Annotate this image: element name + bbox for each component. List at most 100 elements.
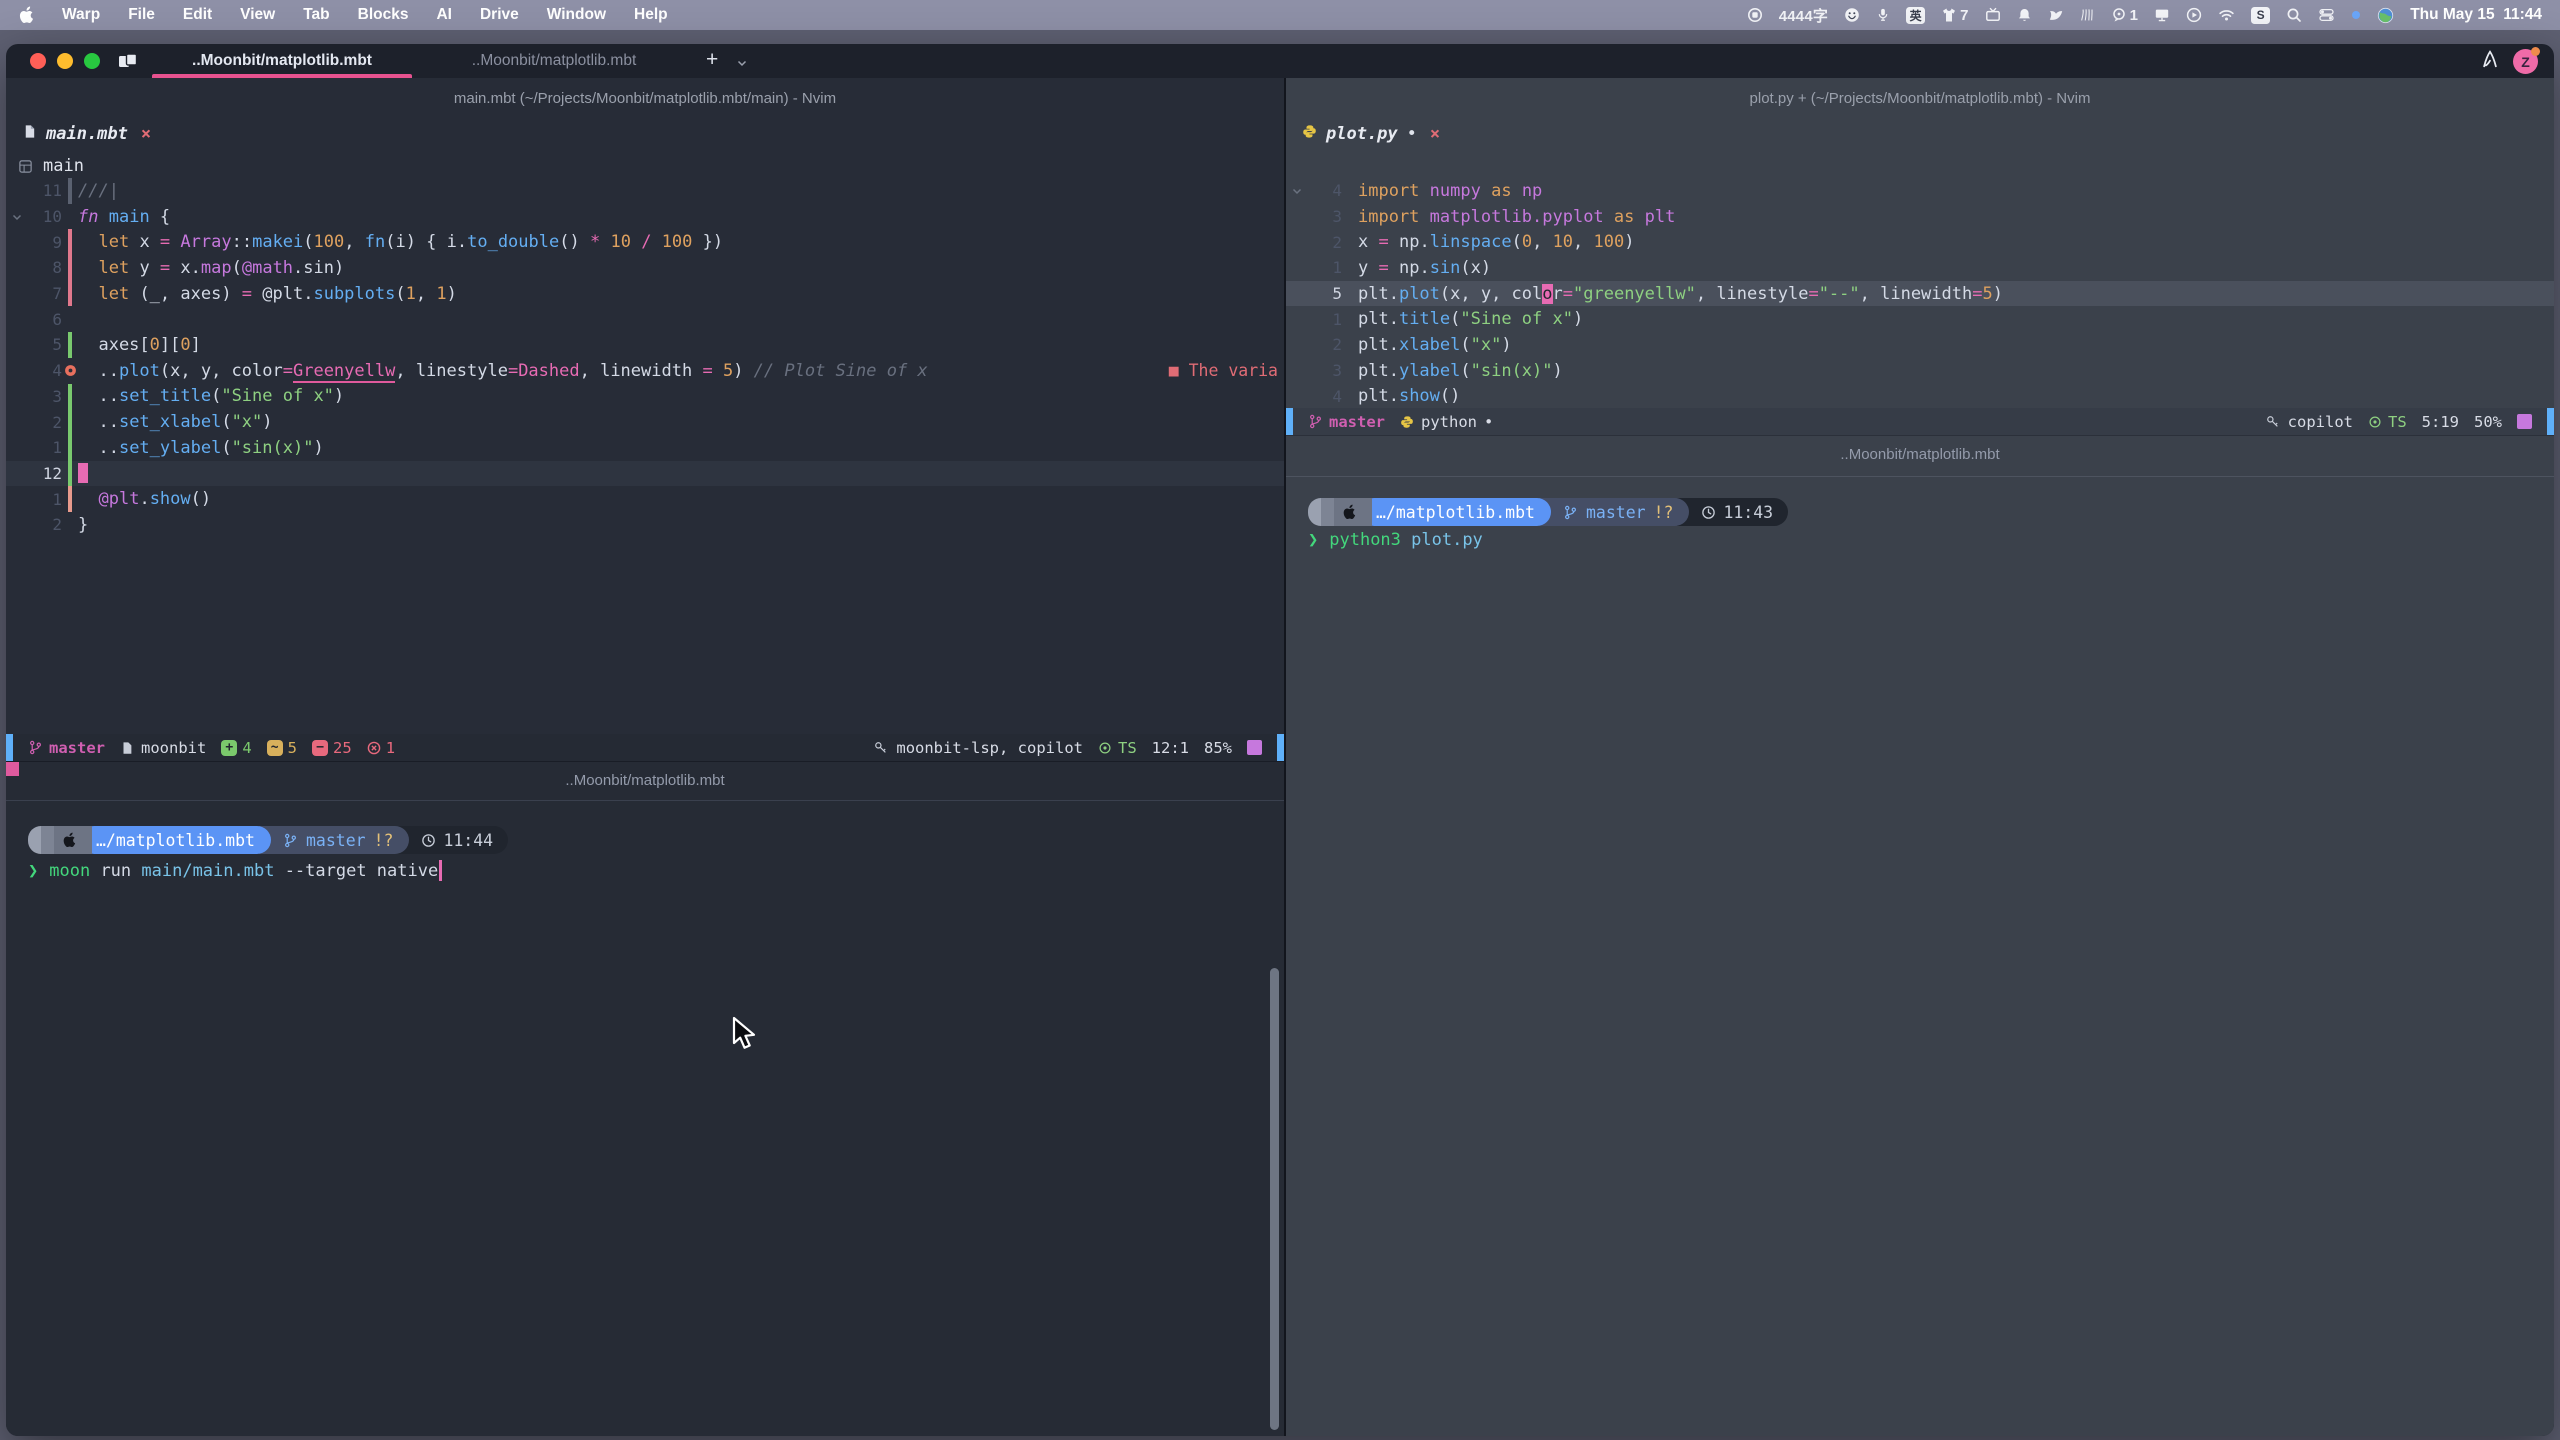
menu-item-file[interactable]: File (128, 6, 155, 24)
wifi-icon[interactable] (2218, 7, 2235, 23)
search-icon[interactable] (2286, 7, 2302, 23)
code-line[interactable]: 4 ..plot(x, y, color=Greenyellw, linesty… (6, 358, 1284, 384)
code-line[interactable]: 3plt.ylabel("sin(x)") (1286, 358, 2554, 384)
tab-list-chevron-icon[interactable] (736, 56, 748, 74)
code-line[interactable]: 6 (6, 306, 1284, 332)
code-line[interactable]: 7 let (_, axes) = @plt.subplots(1, 1) (6, 281, 1284, 307)
statusline-accent-block (2517, 414, 2532, 429)
close-buffer-icon[interactable]: × (1430, 124, 1440, 144)
bell-icon[interactable] (2017, 7, 2032, 23)
code-line[interactable]: 11///| (6, 178, 1284, 204)
code-line[interactable]: 3 ..set_title("Sine of x") (6, 384, 1284, 410)
menu-item-drive[interactable]: Drive (480, 6, 519, 24)
menu-item-warp[interactable]: Warp (62, 6, 100, 24)
word-count[interactable]: 4444字 (1779, 5, 1828, 26)
s-badge-icon[interactable]: S (2251, 7, 2270, 24)
line-number: 12 (28, 464, 62, 483)
right-command-input[interactable]: ❯ python3 plot.py (1308, 530, 1483, 550)
headset-icon[interactable]: 1 (2111, 7, 2139, 24)
prompt-time-segment: 11:44 (397, 826, 508, 854)
fold-chevron-icon[interactable] (6, 211, 28, 223)
left-statusline: master moonbit +4 ~5 −25 1 (6, 734, 1284, 762)
close-window-button[interactable] (30, 53, 46, 69)
warp-ai-icon[interactable] (2481, 50, 2499, 73)
modified-dot: • (1407, 124, 1417, 144)
left-buffer-tab[interactable]: main.mbt × (22, 124, 151, 144)
menu-item-ai[interactable]: AI (436, 6, 452, 24)
mic-icon[interactable] (1876, 7, 1890, 23)
user-avatar[interactable]: Z (2513, 49, 2538, 74)
prompt-chevron: ❯ (28, 861, 38, 881)
git-added-count: +4 (221, 739, 251, 757)
code-line[interactable]: 5 axes[0][0] (6, 332, 1284, 358)
code-line[interactable]: 8 let y = x.map(@math.sin) (6, 255, 1284, 281)
fold-chevron-icon[interactable] (1286, 185, 1308, 197)
code-line[interactable]: 4import numpy as np (1286, 178, 2554, 204)
code-line[interactable]: 5plt.plot(x, y, color="greenyellw", line… (1286, 281, 2554, 307)
code-line[interactable]: 10fn main { (6, 204, 1284, 230)
control-center-icon[interactable] (2318, 7, 2335, 23)
code-line[interactable]: 1plt.title("Sine of x") (1286, 306, 2554, 332)
line-number: 3 (1308, 207, 1342, 226)
shirt-icon[interactable]: 7 (1941, 7, 1969, 24)
text-caret (439, 860, 442, 881)
mode-indicator-bar (1286, 408, 1293, 435)
git-sign (62, 229, 78, 255)
menu-clock[interactable]: Thu May 15 11:44 (2410, 6, 2542, 24)
code-line[interactable]: 9 let x = Array::makei(100, fn(i) { i.to… (6, 229, 1284, 255)
menu-item-view[interactable]: View (240, 6, 275, 24)
code-line[interactable]: 2 ..set_xlabel("x") (6, 409, 1284, 435)
menu-item-tab[interactable]: Tab (303, 6, 329, 24)
git-sign (62, 435, 78, 461)
bird-icon[interactable] (2048, 7, 2064, 23)
code-line[interactable]: 1 @plt.show() (6, 486, 1284, 512)
right-code-area[interactable]: 4import numpy as np3import matplotlib.py… (1286, 178, 2554, 409)
code-line[interactable]: 2x = np.linspace(0, 10, 100) (1286, 229, 2554, 255)
prompt-time: 11:44 (443, 831, 493, 850)
code-line[interactable]: 3import matplotlib.pyplot as plt (1286, 204, 2554, 230)
terminal-tab-2[interactable]: ..Moonbit/matplotlib.mbt (438, 44, 670, 78)
zoom-window-button[interactable] (84, 53, 100, 69)
cursor-position: 12:1 (1152, 739, 1189, 757)
menu-item-window[interactable]: Window (547, 6, 606, 24)
globe-icon[interactable] (2377, 7, 2394, 24)
smiley-icon[interactable] (1844, 7, 1860, 23)
left-command-input[interactable]: ❯ moon run main/main.mbt --target native (28, 860, 442, 881)
code-line[interactable]: 1y = np.sin(x) (1286, 255, 2554, 281)
left-code-area[interactable]: 11///|10fn main {9 let x = Array::makei(… (6, 178, 1284, 538)
new-tab-button[interactable]: + (700, 47, 724, 73)
statusline-accent-block (1247, 740, 1262, 755)
code-line[interactable]: 2} (6, 512, 1284, 538)
code-line[interactable]: 1 ..set_ylabel("sin(x)") (6, 435, 1284, 461)
play-icon[interactable] (2186, 7, 2202, 23)
menu-item-help[interactable]: Help (634, 6, 668, 24)
stripes-icon[interactable] (2080, 7, 2095, 23)
line-number: 2 (1308, 335, 1342, 354)
git-sign (62, 281, 78, 307)
input-source-badge[interactable]: 英 (1906, 7, 1925, 24)
code-line[interactable]: 2plt.xlabel("x") (1286, 332, 2554, 358)
split-panes-icon[interactable] (118, 53, 138, 74)
prompt-chevron: ❯ (1308, 530, 1318, 550)
menu-item-blocks[interactable]: Blocks (358, 6, 409, 24)
notification-dot[interactable] (2351, 10, 2361, 20)
minimize-window-button[interactable] (57, 53, 73, 69)
code-line[interactable]: 12 (6, 461, 1284, 487)
treesitter-indicator: TS (2368, 413, 2407, 431)
line-number: 1 (1308, 258, 1342, 277)
display-icon[interactable] (2154, 7, 2170, 23)
line-number: 5 (1308, 284, 1342, 303)
record-icon[interactable] (1747, 7, 1763, 23)
menu-item-edit[interactable]: Edit (183, 6, 212, 24)
left-terminal-prompt: …/matplotlib.mbt master !? 11:44 (28, 826, 508, 854)
statusline-git-branch: master (28, 739, 105, 757)
apple-menu-icon[interactable] (18, 6, 34, 24)
terminal-tab-1[interactable]: ..Moonbit/matplotlib.mbt (148, 44, 416, 78)
code-line[interactable]: 4plt.show() (1286, 384, 2554, 410)
diagnostic-message: ■ The varia (1169, 361, 1278, 380)
tv-icon[interactable] (1985, 7, 2001, 23)
close-buffer-icon[interactable]: × (141, 124, 151, 144)
right-buffer-tab[interactable]: plot.py • × (1302, 124, 1440, 144)
terminal-scrollbar[interactable] (1270, 968, 1279, 1430)
terminal-divider (6, 800, 1284, 801)
